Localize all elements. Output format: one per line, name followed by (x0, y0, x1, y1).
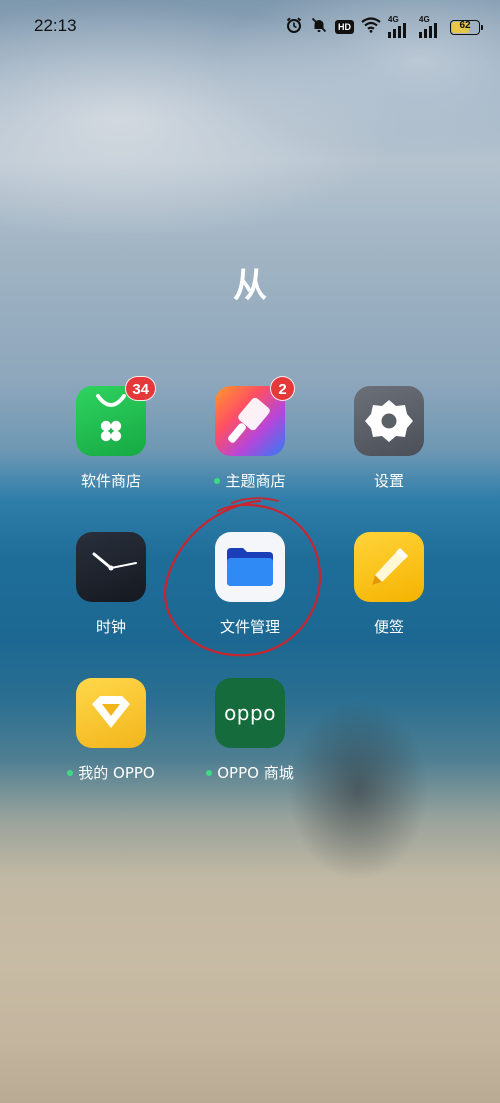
app-software-store[interactable]: 34 软件商店 (41, 376, 181, 491)
folder-title[interactable]: 从 (0, 258, 500, 307)
notes-icon (354, 532, 424, 602)
app-label: 文件管理 (219, 618, 280, 636)
clock-icon (76, 532, 146, 602)
new-install-dot (206, 769, 213, 776)
notification-badge: 2 (270, 376, 295, 401)
notification-badge: 34 (125, 376, 156, 401)
battery-icon: 62 (450, 19, 483, 35)
status-icons: HD 4G 4G 62 (285, 14, 483, 40)
status-time: 22:13 (34, 16, 77, 35)
app-my-oppo[interactable]: 我的 OPPO (41, 678, 181, 783)
settings-icon (354, 386, 424, 456)
app-label: 时钟 (95, 618, 126, 636)
app-label: 便签 (373, 618, 404, 636)
mute-bell-icon (310, 16, 328, 38)
app-clock[interactable]: 时钟 (41, 532, 181, 637)
app-oppo-store[interactable]: oppo OPPO 商城 (180, 678, 320, 783)
file-manager-icon (215, 532, 285, 602)
wifi-icon (361, 17, 381, 37)
oppo-store-icon: oppo (215, 678, 285, 748)
app-notes[interactable]: 便签 (319, 532, 459, 637)
oppo-logo-text: oppo (224, 701, 276, 725)
app-settings[interactable]: 设置 (319, 386, 459, 491)
my-oppo-icon (76, 678, 146, 748)
app-label: OPPO 商城 (217, 764, 294, 782)
app-label: 我的 OPPO (78, 764, 155, 782)
battery-level: 62 (459, 19, 471, 31)
new-install-dot (67, 769, 74, 776)
app-label: 设置 (373, 472, 404, 490)
app-label: 主题商店 (225, 472, 286, 490)
app-theme-store[interactable]: 2 主题商店 (180, 376, 320, 491)
app-label: 软件商店 (80, 472, 141, 490)
hd-icon: HD (335, 20, 354, 34)
new-install-dot (214, 477, 221, 484)
alarm-icon (285, 16, 303, 38)
app-file-manager[interactable]: 文件管理 (180, 532, 320, 637)
signal-icon: 4G (388, 15, 412, 38)
signal-icon: 4G (419, 15, 443, 38)
status-bar: 22:13 HD 4G 4G 62 (0, 0, 500, 58)
